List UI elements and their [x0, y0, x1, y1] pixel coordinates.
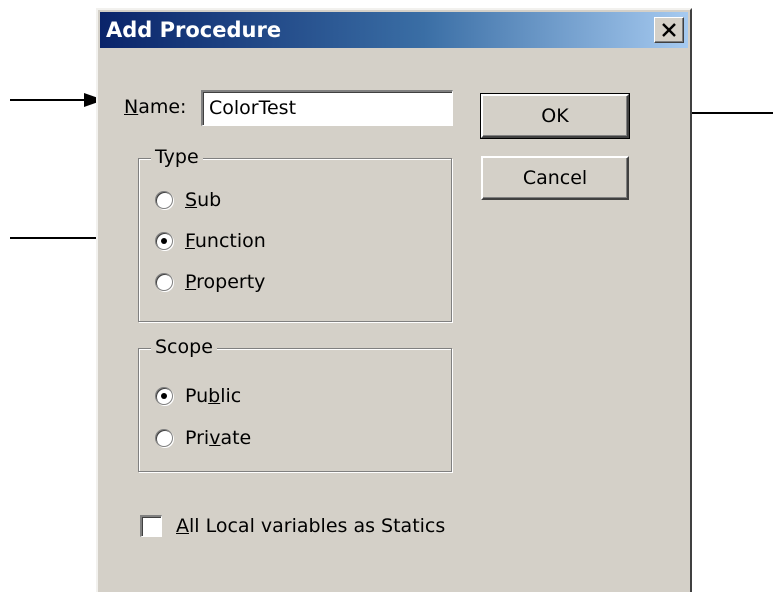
radio-private-indicator[interactable] — [155, 429, 173, 447]
scope-group: Scope Public Private — [138, 336, 452, 472]
close-icon — [662, 23, 676, 37]
statics-checkbox[interactable]: All Local variables as Statics — [140, 515, 445, 537]
radio-public[interactable]: Public — [155, 385, 241, 407]
radio-sub-label: Sub — [185, 189, 222, 211]
radio-property-indicator[interactable] — [155, 273, 173, 291]
radio-private-label: Private — [185, 427, 252, 449]
name-label: Name: — [124, 96, 187, 118]
type-group-label: Type — [151, 146, 203, 168]
radio-public-label: Public — [185, 385, 242, 407]
name-input[interactable]: ColorTest — [201, 90, 453, 126]
ok-button[interactable]: OK — [480, 93, 630, 139]
radio-function-indicator[interactable] — [155, 232, 173, 250]
statics-checkbox-label: All Local variables as Statics — [176, 515, 446, 537]
annotation-arrow-name — [10, 93, 104, 107]
radio-sub[interactable]: Sub — [155, 189, 221, 211]
radio-sub-indicator[interactable] — [155, 191, 173, 209]
radio-private[interactable]: Private — [155, 427, 251, 449]
add-procedure-dialog: Add Procedure Name: ColorTest OK Cancel … — [96, 8, 692, 592]
cancel-button[interactable]: Cancel — [481, 156, 629, 200]
close-button[interactable] — [654, 17, 684, 43]
statics-checkbox-box[interactable] — [140, 515, 162, 537]
radio-property[interactable]: Property — [155, 271, 265, 293]
type-group: Type Sub Function Property — [138, 146, 452, 322]
scope-group-label: Scope — [151, 336, 217, 358]
title-bar[interactable]: Add Procedure — [100, 12, 688, 48]
radio-function[interactable]: Function — [155, 230, 266, 252]
radio-function-label: Function — [185, 230, 266, 252]
radio-property-label: Property — [185, 271, 266, 293]
dialog-title: Add Procedure — [106, 18, 282, 42]
radio-public-indicator[interactable] — [155, 387, 173, 405]
